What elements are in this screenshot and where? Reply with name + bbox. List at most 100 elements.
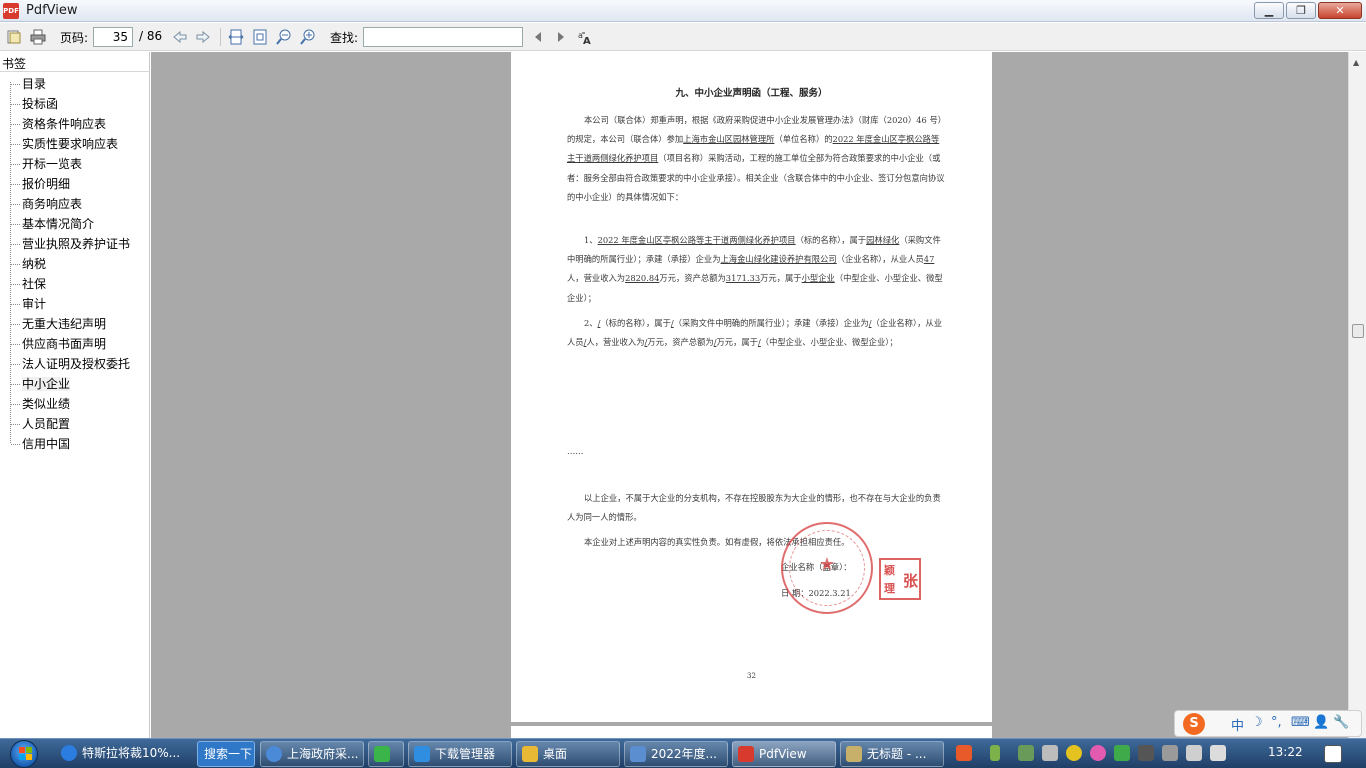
find-previous-icon[interactable] [530,29,546,45]
toolbar: 页码: 35 / 86 查找: aA [0,23,1366,51]
shield-icon[interactable] [1114,745,1130,761]
vertical-scrollbar[interactable]: ▲ ▼ [1348,52,1366,738]
moon-icon[interactable]: ☽ [1251,715,1263,730]
find-options-icon[interactable]: aA [577,29,593,45]
bookmark-item[interactable]: 审计 [10,294,148,314]
bookmark-label: 营业执照及养护证书 [22,237,131,251]
bookmark-panel-title: 书签 [2,57,27,71]
clock[interactable]: 13:22 [1268,745,1303,759]
punctuation-toggle[interactable]: °, [1271,715,1282,730]
battery-icon[interactable] [990,745,1000,761]
bookmark-item[interactable]: 人员配置 [10,414,148,434]
search-button[interactable]: 搜索一下 [197,741,255,767]
bookmark-item[interactable]: 报价明细 [10,174,148,194]
bookmark-item[interactable]: 社保 [10,274,148,294]
display-tray-icon[interactable] [1162,745,1178,761]
bookmark-item[interactable]: 基本情况简介 [10,214,148,234]
bookmark-label: 基本情况简介 [22,217,95,231]
action-center-icon[interactable] [1324,745,1342,763]
color-tray-icon[interactable] [1090,745,1106,761]
start-button[interactable] [6,739,46,768]
statement-paragraph: 以上企业，不属于大企业的分支机构，不存在控股股东为大企业的情形，也不存在与大企业… [567,493,941,523]
user-icon[interactable]: 👤 [1313,715,1329,730]
task-paint[interactable]: 无标题 - ... [840,741,944,767]
title-bar: PDF PdfView ▁ ❐ ✕ [0,0,1366,22]
item-text: （标的名称），属于 [600,318,671,328]
start-orb [10,740,38,768]
minimize-button[interactable]: ▁ [1254,2,1284,19]
bookmark-label: 无重大违纪声明 [22,317,107,331]
device-tray-icon[interactable] [1186,745,1202,761]
bookmark-label: 商务响应表 [22,197,83,211]
bookmark-item[interactable]: 实质性要求响应表 [10,134,148,154]
bookmark-label: 资格条件响应表 [22,117,107,131]
scroll-thumb[interactable] [1352,324,1364,338]
minimize-icon: ▁ [1264,4,1274,17]
security-tray-icon[interactable] [1042,745,1058,761]
fit-width-icon[interactable] [228,29,244,45]
restore-icon: ❐ [1296,4,1306,17]
volume-icon[interactable] [1210,745,1226,761]
keyboard-icon[interactable]: ⌨ [1291,715,1310,730]
subject-name: 2022 年度金山区亭枫公路等主干道两侧绿化养护项目 [597,235,796,245]
bookmark-item[interactable]: 商务响应表 [10,194,148,214]
bookmark-item[interactable]: 信用中国 [10,434,148,454]
zoom-out-icon[interactable] [276,29,292,45]
declaration-paragraph: 本公司（联合体）郑重声明，根据《政府采购促进中小企业发展管理办法》（财库（202… [567,111,947,207]
zoom-in-icon[interactable] [300,29,316,45]
close-button[interactable]: ✕ [1318,2,1362,19]
paragraph-text: （单位名称）的 [774,134,833,145]
toolbar-separator [220,28,221,46]
bookmark-label: 投标函 [22,97,59,111]
sogou-logo-icon[interactable]: S [1183,713,1205,735]
sogou-tray-icon[interactable] [956,745,972,761]
document-viewer[interactable]: 九、中小企业声明函（工程、服务） 本公司（联合体）郑重声明，根据《政府采购促进中… [151,52,1348,738]
svg-text:A: A [583,36,591,45]
bookmark-label: 人员配置 [22,417,71,431]
responsibility-paragraph: 本企业对上述声明内容的真实性负责。如有虚假，将依法承担相应责任。 [584,537,850,547]
bookmark-item[interactable]: 投标函 [10,94,148,114]
task-pdfview[interactable]: PdfView [732,741,836,767]
find-input[interactable] [363,27,523,47]
industry: 园林绿化 [866,235,900,245]
next-page-icon[interactable] [195,29,211,45]
open-file-icon[interactable] [6,29,22,45]
task-media[interactable] [368,741,404,767]
task-gov-purchase[interactable]: 上海政府采... [260,741,364,767]
item-text: （标的名称），属于 [795,235,867,245]
bookmark-item[interactable]: 无重大违纪声明 [10,314,148,334]
window-controls: ▁ ❐ ✕ [1254,2,1362,19]
fit-page-icon[interactable] [252,29,268,45]
task-label: 搜索一下 [204,747,253,761]
bookmark-item[interactable]: 法人证明及授权委托 [10,354,148,374]
wrench-icon[interactable]: 🔧 [1333,715,1349,730]
ie-icon [61,745,77,761]
task-browser[interactable]: 特斯拉将裁10%... [56,741,194,767]
bookmark-item[interactable]: 开标一览表 [10,154,148,174]
item-text: 万元，资产总额为 [647,337,714,348]
bookmark-item[interactable]: 类似业绩 [10,394,148,414]
bookmark-item[interactable]: 目录 [10,74,148,94]
task-desktop[interactable]: 桌面 [516,741,620,767]
bookmark-item[interactable]: 供应商书面声明 [10,334,148,354]
bookmark-item[interactable]: 资格条件响应表 [10,114,148,134]
page-number-input[interactable]: 35 [93,27,133,47]
task-document[interactable]: 2022年度... [624,741,728,767]
bookmark-item[interactable]: 中小企业 [10,374,148,394]
bookmark-item[interactable]: 营业执照及养护证书 [10,234,148,254]
scroll-up-icon[interactable]: ▲ [1353,58,1359,67]
360-tray-icon[interactable] [1066,745,1082,761]
print-icon[interactable] [30,29,46,45]
chinese-mode-toggle[interactable]: 中 [1231,715,1244,734]
task-download-manager[interactable]: 下载管理器 [408,741,512,767]
find-next-icon[interactable] [553,29,569,45]
network-tray-icon[interactable] [1018,745,1034,761]
previous-page-icon[interactable] [172,29,188,45]
user-tray-icon[interactable] [1138,745,1154,761]
bookmark-label: 目录 [22,77,47,91]
bookmark-label: 类似业绩 [22,397,71,411]
bookmark-item[interactable]: 纳税 [10,254,148,274]
bookmark-tree: 目录投标函资格条件响应表实质性要求响应表 开标一览表 报价明细商务响应表基本情况简介… [10,74,148,454]
restore-button[interactable]: ❐ [1286,2,1316,19]
task-label: 2022年度... [651,747,717,761]
